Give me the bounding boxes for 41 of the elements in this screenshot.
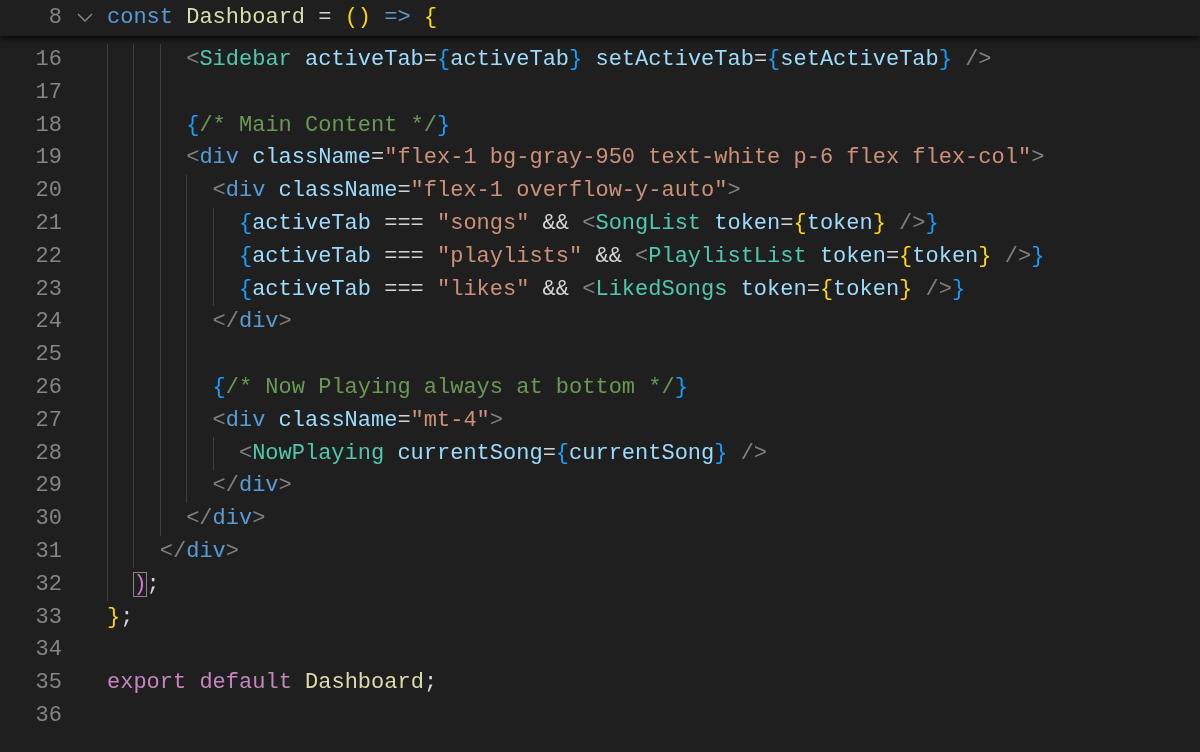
code-line: {/* Now Playing always at bottom */} [212, 376, 688, 399]
line-number: 28 [34, 442, 62, 465]
code-line: </div> [212, 311, 292, 334]
chevron-icon[interactable] [76, 13, 93, 23]
line-number: 23 [34, 278, 62, 301]
code-line: {activeTab === "songs" && <SongList token={token} />} [238, 212, 939, 235]
code-line: export default Dashboard; [107, 672, 438, 695]
code-line: <NowPlaying currentSong={currentSong} /> [238, 442, 768, 465]
line-number: 27 [34, 409, 62, 432]
line-number: 30 [34, 508, 62, 531]
line-number: 19 [34, 147, 62, 170]
line-number: 16 [34, 49, 62, 71]
code-line: {/* Main Content */} [186, 114, 451, 137]
line-number: 31 [34, 540, 62, 563]
line-number: 33 [34, 606, 62, 629]
code-line: {activeTab === "playlists" && <PlaylistList token={token} />} [238, 245, 1045, 268]
line-number: 34 [34, 639, 62, 662]
code-line: <div className="flex-1 overflow-y-auto"> [212, 180, 741, 203]
code-line: const Dashboard = () => { [107, 7, 438, 29]
code-line: </div> [212, 475, 292, 498]
line-number: 25 [34, 344, 62, 367]
line-number: 24 [34, 311, 62, 334]
line-number: 17 [34, 81, 62, 104]
code-line: </div> [186, 508, 266, 531]
line-number: 18 [34, 114, 62, 137]
line-number: 22 [34, 245, 62, 268]
code-line: {activeTab === "likes" && <LikedSongs token={token} />} [238, 278, 966, 301]
line-number: 21 [34, 212, 62, 235]
line-number: 8 [47, 7, 62, 29]
code-line: <div className="flex-1 bg-gray-950 text-white p-6 flex flex-col"> [186, 147, 1045, 170]
line-number: 32 [34, 573, 62, 596]
code-line: ); [133, 573, 160, 596]
code-line: <div className="mt-4"> [212, 409, 504, 432]
code-line: </div> [159, 540, 239, 563]
line-number: 36 [34, 704, 62, 727]
line-number: 20 [34, 180, 62, 203]
code-line: <Sidebar activeTab={activeTab} setActiveTab={setActiveTab} /> [186, 49, 992, 71]
line-number: 29 [34, 475, 62, 498]
line-number: 35 [34, 672, 62, 695]
code-line: }; [107, 606, 134, 629]
line-number: 26 [34, 376, 62, 399]
